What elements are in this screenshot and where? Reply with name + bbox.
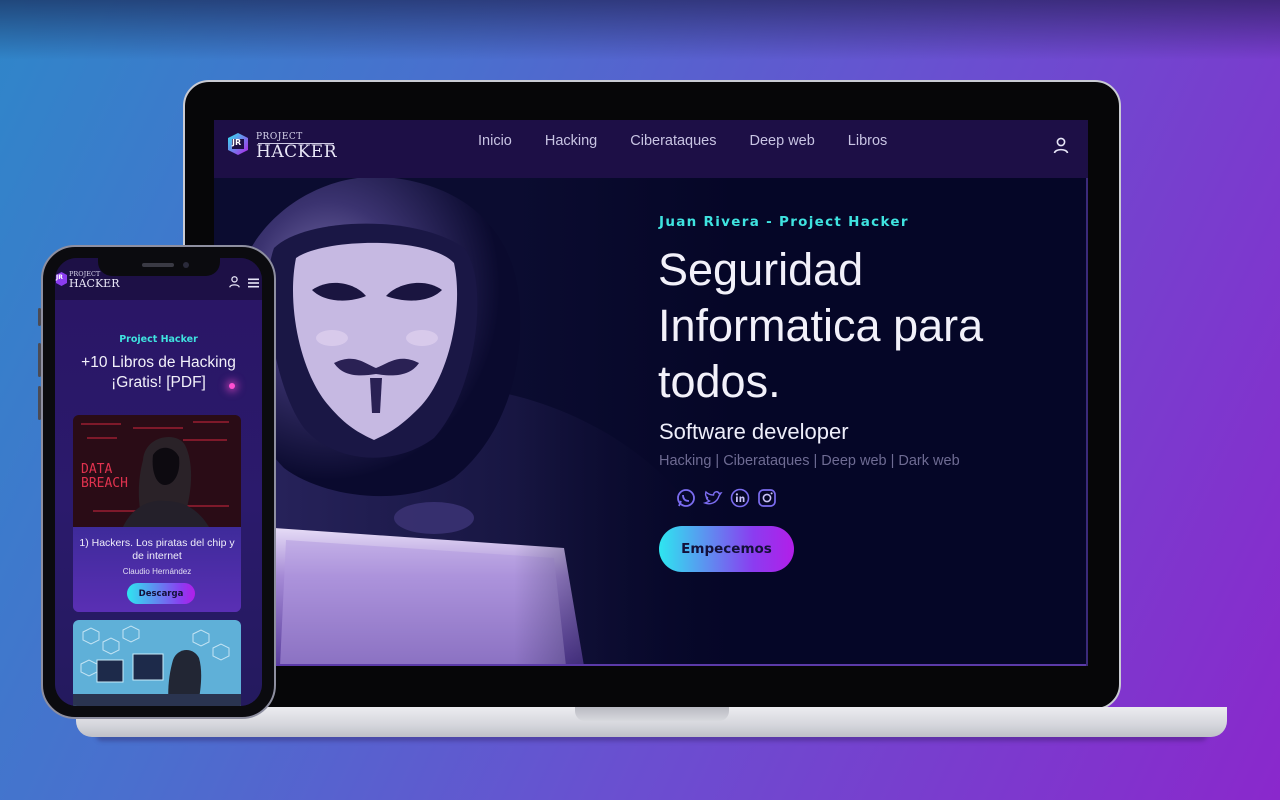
phone-screen: JR PROJECT HACKER Project Hacker +10 Lib… bbox=[55, 258, 262, 706]
site-logo[interactable]: JR PROJECT HACKER bbox=[226, 130, 338, 168]
nav-item-hacking[interactable]: Hacking bbox=[545, 133, 597, 149]
cover-text-breach: BREACH bbox=[81, 476, 128, 491]
nav-item-deep-web[interactable]: Deep web bbox=[750, 133, 815, 149]
phone-camera bbox=[183, 262, 189, 268]
hero-subtitle: Software developer bbox=[659, 419, 849, 444]
logo-badge-text: JR bbox=[56, 274, 63, 281]
background-shade bbox=[0, 0, 1280, 60]
screen-right-border bbox=[1086, 178, 1088, 666]
social-links bbox=[676, 488, 777, 508]
phone-speaker bbox=[142, 263, 174, 267]
book-card[interactable]: DATA BREACH 1) Hackers. Los piratas del … bbox=[73, 415, 241, 612]
twitter-icon[interactable] bbox=[703, 488, 723, 508]
laptop-opening-notch bbox=[575, 707, 729, 721]
empecemos-button[interactable]: Empecemos bbox=[659, 526, 794, 572]
instagram-icon[interactable] bbox=[757, 488, 777, 508]
hero-tags: Hacking | Ciberataques | Deep web | Dark… bbox=[659, 453, 960, 469]
logo-text-hacker: HACKER bbox=[256, 142, 338, 162]
mobile-kicker: Project Hacker bbox=[119, 334, 198, 345]
desktop-nav-links: Inicio Hacking Ciberataques Deep web Lib… bbox=[478, 133, 920, 149]
whatsapp-icon[interactable] bbox=[676, 488, 696, 508]
laptop-screen: JR PROJECT HACKER Inicio Hacking Ciberat… bbox=[214, 120, 1088, 666]
book-card-2-image[interactable] bbox=[73, 620, 241, 706]
cover-text-data: DATA bbox=[81, 462, 112, 477]
hero-title: Seguridad Informatica para todos. bbox=[658, 244, 984, 407]
logo-badge-text: JR bbox=[232, 138, 242, 147]
logo-text-hacker: HACKER bbox=[69, 277, 120, 290]
hero-kicker: Juan Rivera - Project Hacker bbox=[659, 214, 909, 230]
user-icon[interactable] bbox=[228, 275, 241, 288]
descarga-button[interactable]: Descarga bbox=[127, 583, 195, 604]
book-author: Claudio Hernández bbox=[122, 567, 192, 576]
nav-item-inicio[interactable]: Inicio bbox=[478, 133, 512, 149]
user-icon[interactable] bbox=[1052, 136, 1070, 154]
logo-text-project: PROJECT bbox=[256, 132, 303, 142]
mobile-title-line-1: +10 Libros de Hacking bbox=[81, 354, 236, 371]
linkedin-icon[interactable] bbox=[730, 488, 750, 508]
hamburger-menu-icon[interactable] bbox=[248, 278, 259, 288]
nav-item-libros[interactable]: Libros bbox=[848, 133, 888, 149]
phone-volume-up bbox=[38, 343, 41, 377]
screen-bottom-border bbox=[214, 664, 1088, 666]
book-title: 1) Hackers. Los piratas del chip y de in… bbox=[79, 537, 235, 562]
data-breach-cover-image: DATA BREACH bbox=[73, 415, 241, 527]
desktop-navbar: JR PROJECT HACKER Inicio Hacking Ciberat… bbox=[214, 120, 1088, 178]
decorative-glow-dot bbox=[229, 383, 235, 389]
book-card-body: 1) Hackers. Los piratas del chip y de in… bbox=[73, 527, 241, 612]
phone-side-button bbox=[38, 308, 41, 326]
phone-volume-down bbox=[38, 386, 41, 420]
nav-item-ciberataques[interactable]: Ciberataques bbox=[630, 133, 716, 149]
